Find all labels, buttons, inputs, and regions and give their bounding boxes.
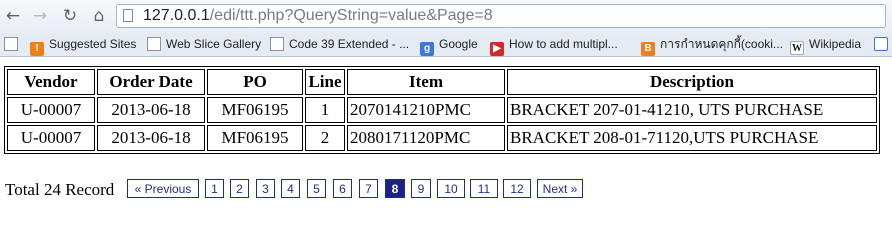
bookmark-web-slice-gallery[interactable]: Web Slice Gallery	[147, 36, 261, 53]
cell-vendor: U-00007	[7, 125, 95, 151]
bookmark-how-to-add[interactable]: ▶ How to add multipl...	[490, 36, 618, 56]
page-link-2[interactable]: 2	[230, 179, 249, 198]
bookmark-label: การกำหนดคุกกี้(cooki...	[660, 37, 783, 51]
bookmarks-bar: ! Suggested Sites Web Slice Gallery Code …	[0, 33, 892, 57]
address-bar[interactable]: 127.0.0.1/edi/ttt.php?QueryString=value&…	[116, 4, 886, 28]
bookmark-label: Wikipedia	[809, 37, 862, 51]
bookmark-thai-cookie[interactable]: B การกำหนดคุกกี้(cooki...	[641, 36, 783, 56]
suggested-sites-icon: !	[30, 42, 44, 56]
page-icon	[270, 37, 284, 51]
previous-page-link[interactable]: « Previous	[127, 179, 199, 198]
forward-arrow-icon[interactable]: →	[30, 6, 50, 26]
page-link-12[interactable]: 12	[503, 179, 531, 198]
cell-po: MF06195	[207, 125, 303, 151]
next-page-link[interactable]: Next »	[537, 179, 583, 198]
cell-item: 2080171120PMC	[347, 125, 505, 151]
page-link-current[interactable]: 8	[385, 179, 405, 198]
column-header-po: PO	[207, 69, 303, 95]
cell-order-date: 2013-06-18	[97, 97, 205, 123]
column-header-vendor: Vendor	[7, 69, 95, 95]
page-icon	[123, 9, 133, 22]
google-icon: g	[420, 42, 434, 56]
bookmark-suggested-sites[interactable]: ! Suggested Sites	[30, 36, 137, 56]
cell-line: 2	[305, 125, 345, 151]
cell-line: 1	[305, 97, 345, 123]
url-text[interactable]: 127.0.0.1/edi/ttt.php?QueryString=value&…	[143, 7, 493, 25]
bookmark-label: Google	[439, 37, 478, 51]
bookmark-label: Suggested Sites	[49, 37, 137, 51]
page-link-3[interactable]: 3	[256, 179, 275, 198]
url-host: 127.0.0.1	[143, 7, 210, 24]
page-icon	[147, 37, 161, 51]
bookmark-overflow-icon[interactable]	[874, 37, 888, 51]
page-link-1[interactable]: 1	[205, 179, 224, 198]
browser-toolbar: ← → ↻ ⌂ 127.0.0.1/edi/ttt.php?QueryStrin…	[0, 0, 892, 33]
bookmark-label: Code 39 Extended - ...	[289, 37, 410, 51]
page-link-7[interactable]: 7	[359, 179, 378, 198]
page-link-6[interactable]: 6	[333, 179, 352, 198]
cell-order-date: 2013-06-18	[97, 125, 205, 151]
page-link-9[interactable]: 9	[411, 179, 431, 198]
column-header-order-date: Order Date	[97, 69, 205, 95]
table-row: U-00007 2013-06-18 MF06195 1 2070141210P…	[7, 97, 877, 123]
youtube-icon: ▶	[490, 42, 504, 56]
column-header-description: Description	[507, 69, 877, 95]
cell-vendor: U-00007	[7, 97, 95, 123]
wikipedia-icon: W	[790, 41, 804, 55]
cell-item: 2070141210PMC	[347, 97, 505, 123]
url-path: /edi/ttt.php?QueryString=value&Page=8	[209, 7, 493, 24]
bookmark-code39[interactable]: Code 39 Extended - ...	[270, 36, 409, 53]
column-header-item: Item	[347, 69, 505, 95]
table-header-row: Vendor Order Date PO Line Item Descripti…	[7, 69, 877, 95]
cell-description: BRACKET 207-01-41210, UTS PURCHASE	[507, 97, 877, 123]
home-icon[interactable]: ⌂	[89, 6, 109, 26]
order-table: Vendor Order Date PO Line Item Descripti…	[4, 66, 880, 154]
cell-po: MF06195	[207, 97, 303, 123]
reload-icon[interactable]: ↻	[60, 6, 80, 26]
blogger-icon: B	[641, 42, 655, 56]
cell-description: BRACKET 208-01-71120,UTS PURCHASE	[507, 125, 877, 151]
page-icon	[4, 37, 18, 51]
bookmark-label: Web Slice Gallery	[166, 37, 262, 51]
column-header-line: Line	[305, 69, 345, 95]
bookmark-label: How to add multipl...	[509, 37, 618, 51]
back-arrow-icon[interactable]: ←	[3, 6, 23, 26]
bookmark-google[interactable]: g Google	[420, 36, 478, 56]
table-row: U-00007 2013-06-18 MF06195 2 2080171120P…	[7, 125, 877, 151]
page-link-11[interactable]: 11	[470, 179, 498, 198]
page-link-10[interactable]: 10	[437, 179, 465, 198]
page-link-4[interactable]: 4	[281, 179, 300, 198]
bookmark-wikipedia[interactable]: W Wikipedia	[790, 36, 862, 55]
total-records: Total 24 Record	[5, 180, 115, 199]
page-link-5[interactable]: 5	[307, 179, 326, 198]
